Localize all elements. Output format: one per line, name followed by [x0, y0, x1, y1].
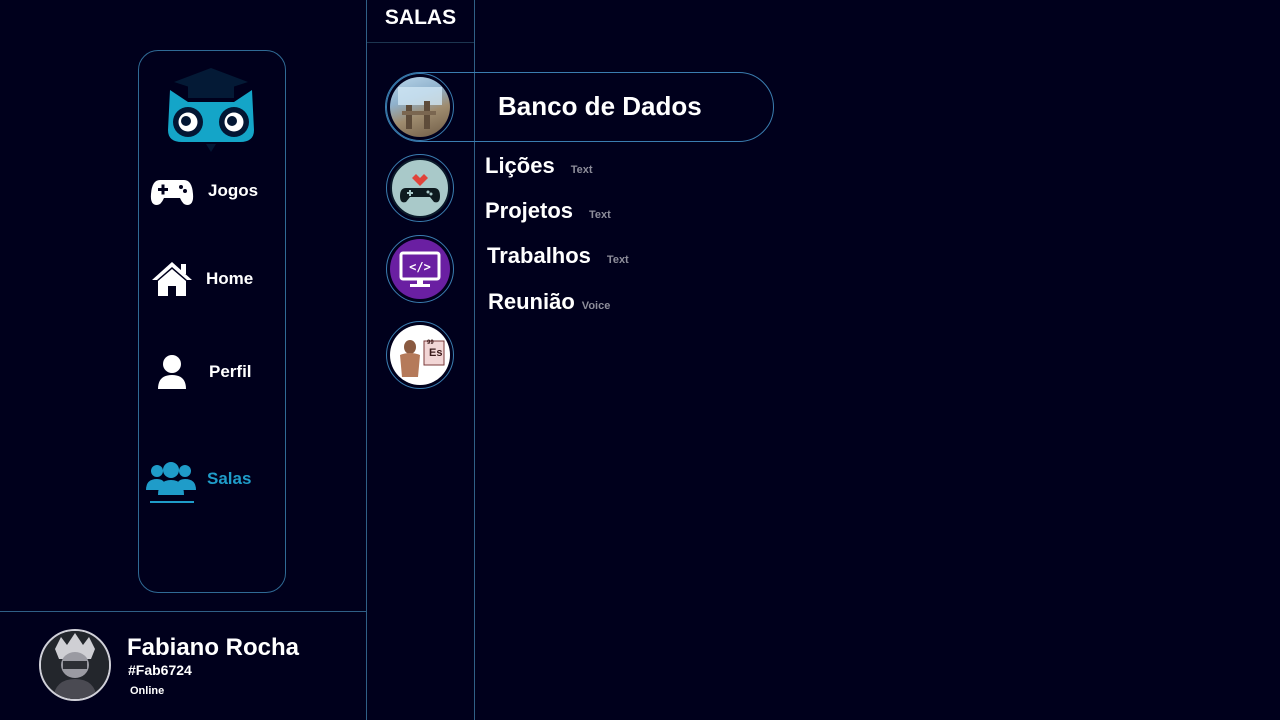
code-monitor-icon: </>	[390, 239, 450, 299]
nav-label-jogos: Jogos	[208, 181, 259, 200]
server-banco-de-dados[interactable]	[386, 73, 454, 141]
owl-logo	[166, 64, 256, 154]
channel-reuniao[interactable]: Reunião Voice	[488, 289, 610, 315]
salas-header-divider	[367, 42, 474, 43]
sidebar-divider	[366, 0, 367, 720]
user-icon	[156, 354, 188, 390]
server-code[interactable]: </>	[386, 235, 454, 303]
channel-licoes[interactable]: Lições Text	[485, 153, 593, 179]
user-card-divider	[0, 611, 366, 612]
channel-type: Text	[606, 254, 629, 266]
channel-trabalhos[interactable]: Trabalhos Text	[487, 243, 629, 269]
channel-type: Text	[570, 164, 593, 176]
home-icon	[150, 260, 194, 298]
user-name: Fabiano Rocha	[127, 634, 300, 661]
selected-server-name: Banco de Dados	[498, 91, 702, 121]
status-badge: Online	[130, 685, 165, 697]
channel-name: Reunião	[488, 289, 575, 314]
nav-item-perfil[interactable]: Perfil	[156, 354, 252, 390]
server-element[interactable]: 99 Es	[386, 321, 454, 389]
active-indicator	[150, 501, 194, 503]
gamepad-heart-icon	[390, 158, 450, 218]
nav-item-salas[interactable]: Salas	[146, 462, 251, 496]
nav-item-jogos[interactable]: Jogos	[150, 176, 258, 206]
rooms-title: SALAS	[384, 6, 457, 29]
nav-label-perfil: Perfil	[209, 362, 252, 381]
user-tag: #Fab6724	[128, 662, 192, 678]
nav-label-salas: Salas	[207, 469, 252, 488]
channel-type: Text	[589, 209, 611, 221]
channel-name: Trabalhos	[487, 243, 591, 268]
periodic-element-icon: 99 Es	[390, 325, 450, 385]
element-symbol: Es	[429, 347, 443, 359]
gamepad-icon	[150, 176, 194, 206]
landscape-icon	[390, 77, 450, 137]
element-number: 99	[427, 340, 434, 346]
group-icon	[146, 462, 196, 496]
channel-name: Lições	[485, 153, 555, 178]
channel-type: Voice	[581, 300, 611, 312]
nav-label-home: Home	[206, 269, 254, 288]
svg-text:</>: </>	[409, 260, 431, 274]
server-games[interactable]	[386, 154, 454, 222]
avatar[interactable]	[39, 629, 111, 701]
channel-projetos[interactable]: Projetos Text	[485, 198, 611, 224]
nav-item-home[interactable]: Home	[150, 260, 253, 298]
channel-name: Projetos	[485, 198, 574, 223]
